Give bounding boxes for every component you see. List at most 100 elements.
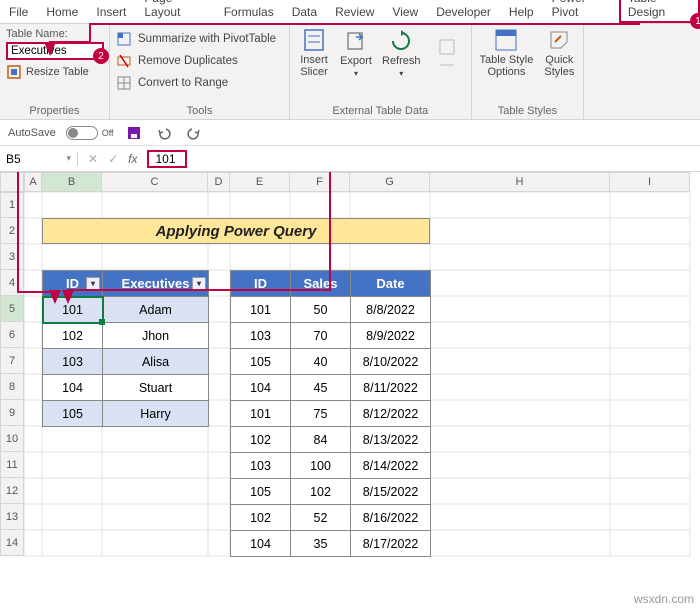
table-cell[interactable]: 103 (43, 349, 103, 375)
table-cell[interactable]: 101 (231, 401, 291, 427)
tab-developer[interactable]: Developer (427, 1, 500, 23)
t2-header-date[interactable]: Date (351, 271, 431, 297)
table-cell[interactable]: 101 (231, 297, 291, 323)
table-cell[interactable]: 35 (291, 531, 351, 557)
table-cell[interactable]: 8/12/2022 (351, 401, 431, 427)
tab-view[interactable]: View (383, 1, 427, 23)
tab-data[interactable]: Data (283, 1, 326, 23)
tab-review[interactable]: Review (326, 1, 383, 23)
col-header-D[interactable]: D (208, 172, 230, 192)
table-cell[interactable]: 8/16/2022 (351, 505, 431, 531)
table-cell[interactable]: 101 (43, 297, 103, 323)
table-cell[interactable]: 102 (291, 479, 351, 505)
table-cell[interactable]: 103 (231, 323, 291, 349)
table-style-options-button[interactable]: Table Style Options (480, 28, 534, 78)
table-cell[interactable]: 104 (43, 375, 103, 401)
t2-header-sales[interactable]: Sales (291, 271, 351, 297)
table-cell[interactable]: 8/15/2022 (351, 479, 431, 505)
table-cell[interactable]: Harry (103, 401, 209, 427)
table-cell[interactable]: Adam (103, 297, 209, 323)
table-cell[interactable]: 8/14/2022 (351, 453, 431, 479)
t1-header-id[interactable]: ID▾ (43, 271, 103, 297)
row-header-14[interactable]: 14 (0, 530, 24, 556)
row-header-4[interactable]: 4 (0, 270, 24, 296)
col-header-A[interactable]: A (24, 172, 42, 192)
resize-table-button[interactable]: Resize Table (6, 64, 103, 80)
tab-power-pivot[interactable]: Power Pivot (543, 0, 619, 23)
table-cell[interactable]: 102 (43, 323, 103, 349)
row-header-8[interactable]: 8 (0, 374, 24, 400)
formula-value[interactable]: 101 (147, 150, 187, 168)
table-cell[interactable]: 105 (231, 479, 291, 505)
table-cell[interactable]: 50 (291, 297, 351, 323)
refresh-button[interactable]: Refresh ▾ (382, 29, 421, 78)
row-header-3[interactable]: 3 (0, 244, 24, 270)
col-header-F[interactable]: F (290, 172, 350, 192)
table-cell[interactable]: Stuart (103, 375, 209, 401)
table-cell[interactable]: 40 (291, 349, 351, 375)
name-box[interactable]: B5 ▾ (0, 152, 78, 166)
table-cell[interactable]: 105 (43, 401, 103, 427)
table-cell[interactable]: 104 (231, 375, 291, 401)
row-header-13[interactable]: 13 (0, 504, 24, 530)
executives-table[interactable]: ID▾Executives▾ 101Adam102Jhon103Alisa104… (42, 270, 209, 427)
col-header-I[interactable]: I (610, 172, 690, 192)
row-header-1[interactable]: 1 (0, 192, 24, 218)
table-cell[interactable]: 105 (231, 349, 291, 375)
external-more[interactable] (431, 35, 463, 71)
col-header-H[interactable]: H (430, 172, 610, 192)
table-cell[interactable]: 8/10/2022 (351, 349, 431, 375)
table-cell[interactable]: Jhon (103, 323, 209, 349)
select-all-triangle[interactable] (0, 172, 24, 192)
filter-dropdown-icon[interactable]: ▾ (192, 277, 206, 291)
fx-icon[interactable]: fx (128, 152, 137, 166)
remove-duplicates-button[interactable]: Remove Duplicates (116, 50, 283, 72)
table-cell[interactable]: 52 (291, 505, 351, 531)
tab-help[interactable]: Help (500, 1, 543, 23)
col-header-C[interactable]: C (102, 172, 208, 192)
tab-formulas[interactable]: Formulas (215, 1, 283, 23)
t2-header-id[interactable]: ID (231, 271, 291, 297)
table-cell[interactable]: 100 (291, 453, 351, 479)
table-cell[interactable]: 8/11/2022 (351, 375, 431, 401)
insert-slicer-button[interactable]: Insert Slicer (298, 28, 330, 78)
tab-page-layout[interactable]: Page Layout (135, 0, 214, 23)
summarize-pivot-button[interactable]: Summarize with PivotTable (116, 28, 283, 50)
table-name-input[interactable]: Executives (6, 42, 104, 60)
t1-header-executives[interactable]: Executives▾ (103, 271, 209, 297)
row-header-6[interactable]: 6 (0, 322, 24, 348)
export-button[interactable]: Export ▾ (340, 29, 372, 78)
col-header-G[interactable]: G (350, 172, 430, 192)
table-cell[interactable]: 102 (231, 505, 291, 531)
enter-icon[interactable]: ✓ (108, 152, 118, 166)
table-cell[interactable]: 8/13/2022 (351, 427, 431, 453)
table-cell[interactable]: 84 (291, 427, 351, 453)
cancel-icon[interactable]: ✕ (88, 152, 98, 166)
row-header-10[interactable]: 10 (0, 426, 24, 452)
quick-styles-button[interactable]: Quick Styles (543, 28, 575, 78)
row-header-2[interactable]: 2 (0, 218, 24, 244)
row-header-7[interactable]: 7 (0, 348, 24, 374)
table-cell[interactable]: 45 (291, 375, 351, 401)
row-header-12[interactable]: 12 (0, 478, 24, 504)
tab-insert[interactable]: Insert (87, 1, 135, 23)
sales-table[interactable]: IDSalesDate 101508/8/2022103708/9/202210… (230, 270, 431, 557)
worksheet-grid[interactable]: ABCDEFGHI 1234567891011121314 Applying P… (0, 172, 700, 192)
table-cell[interactable]: 8/8/2022 (351, 297, 431, 323)
table-cell[interactable]: Alisa (103, 349, 209, 375)
col-header-E[interactable]: E (230, 172, 290, 192)
table-cell[interactable]: 103 (231, 453, 291, 479)
undo-button[interactable] (154, 123, 174, 143)
table-cell[interactable]: 102 (231, 427, 291, 453)
convert-range-button[interactable]: Convert to Range (116, 72, 283, 94)
col-header-B[interactable]: B (42, 172, 102, 192)
tab-home[interactable]: Home (37, 1, 87, 23)
filter-dropdown-icon[interactable]: ▾ (86, 277, 100, 291)
redo-button[interactable] (184, 123, 204, 143)
table-cell[interactable]: 70 (291, 323, 351, 349)
table-cell[interactable]: 8/17/2022 (351, 531, 431, 557)
row-header-9[interactable]: 9 (0, 400, 24, 426)
tab-file[interactable]: File (0, 1, 37, 23)
table-cell[interactable]: 8/9/2022 (351, 323, 431, 349)
row-header-5[interactable]: 5 (0, 296, 24, 322)
